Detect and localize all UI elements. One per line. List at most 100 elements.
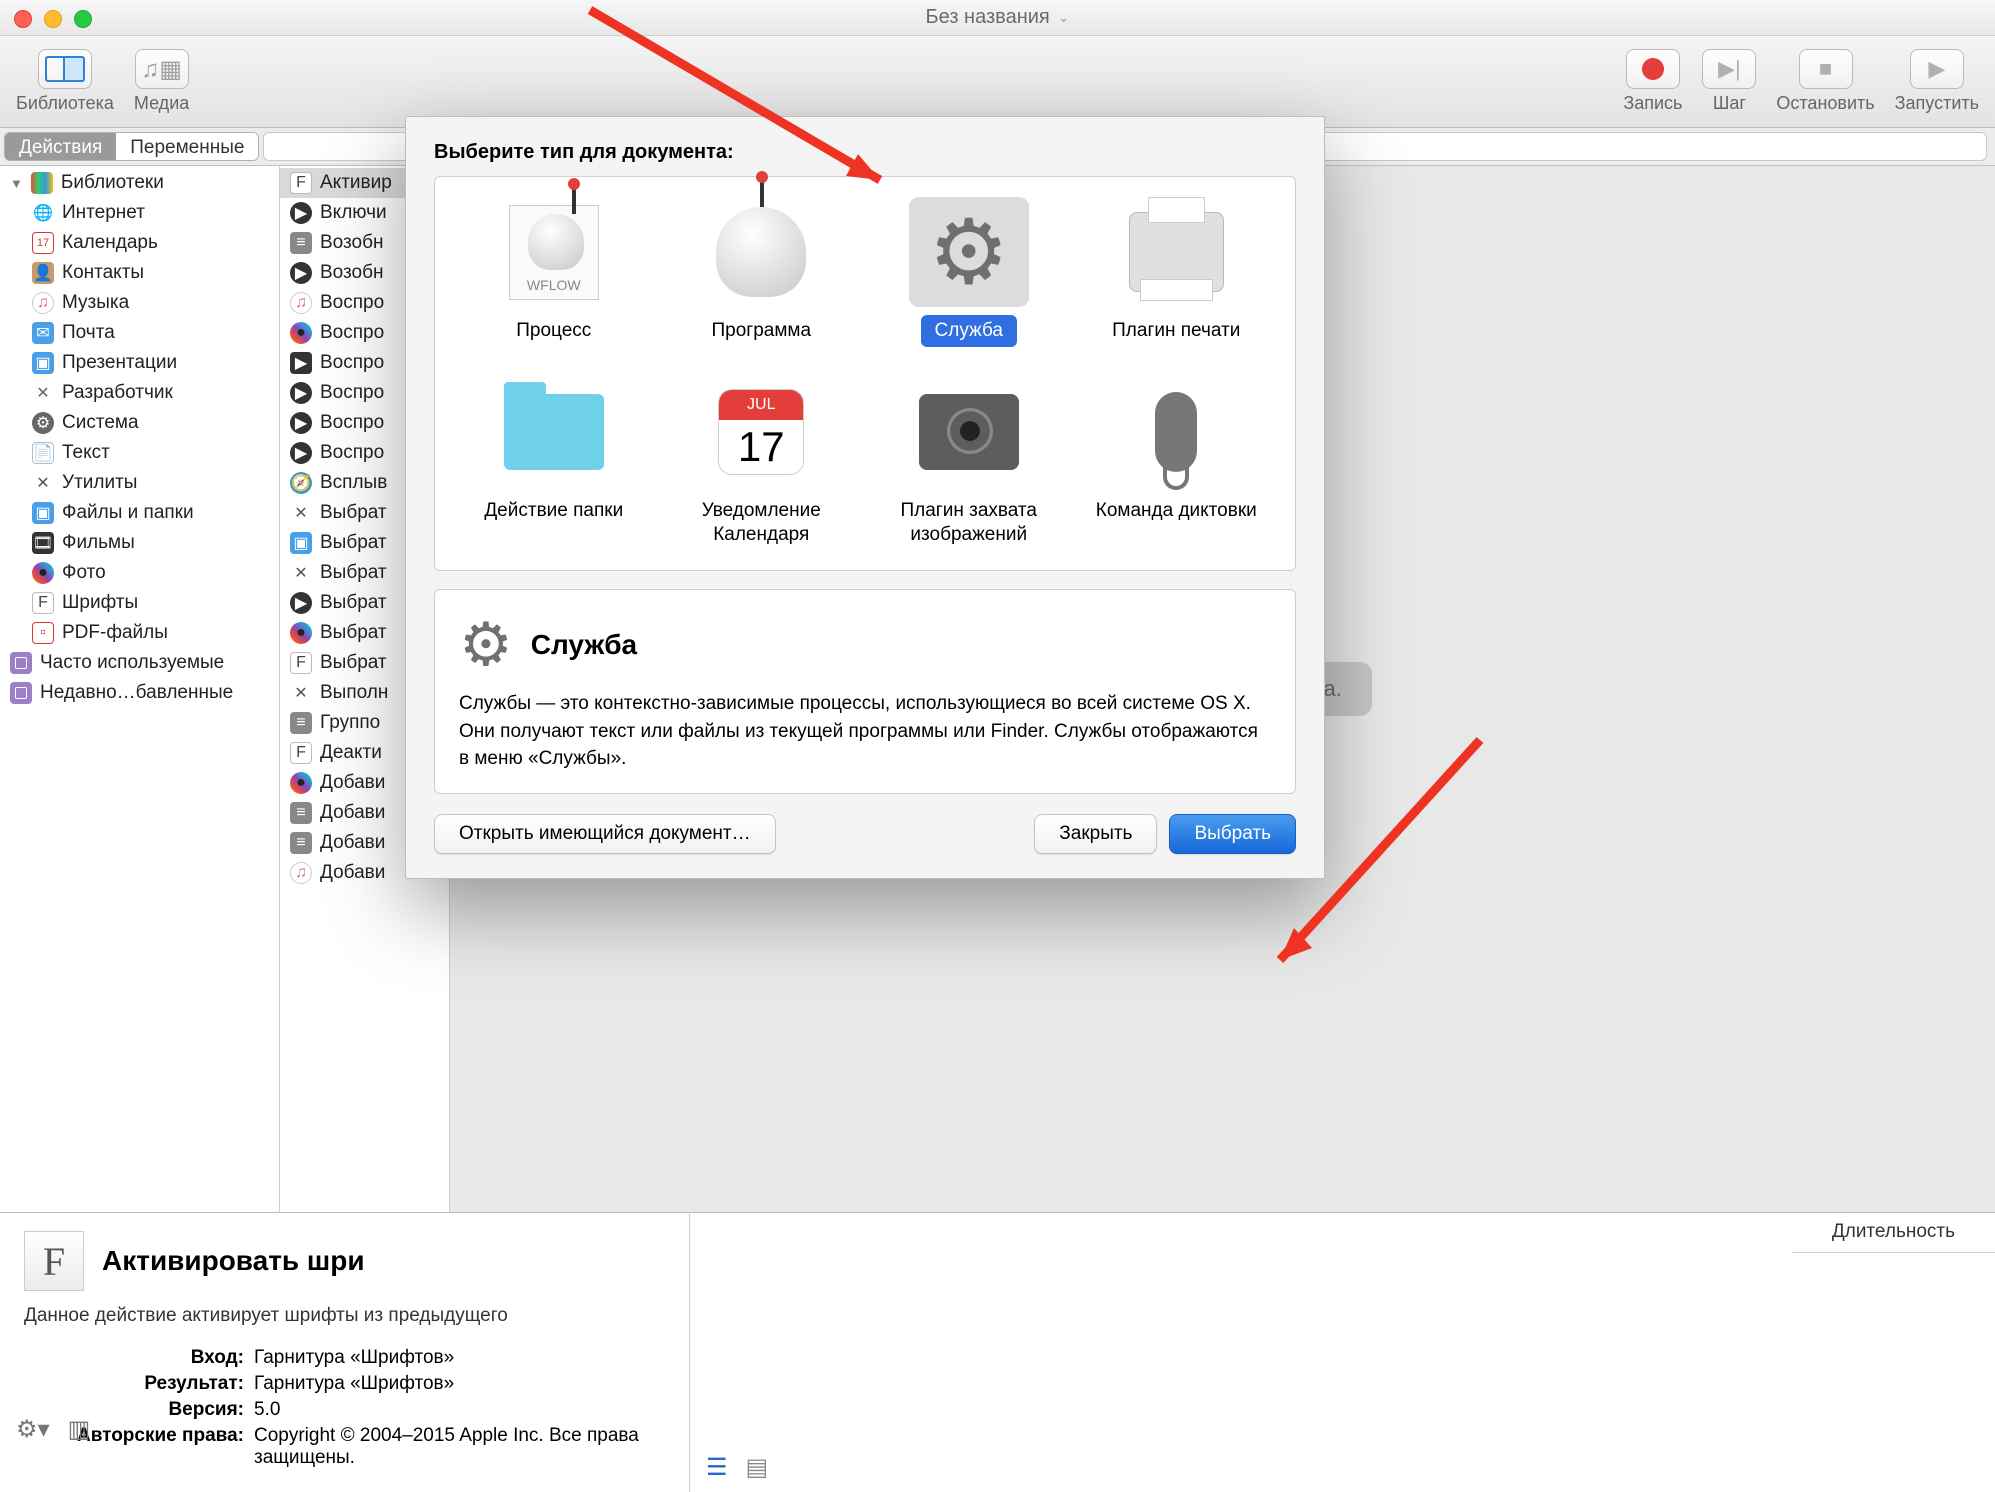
record-button[interactable]: Запись	[1623, 49, 1682, 114]
library-item-label: Презентации	[62, 352, 177, 374]
gear-icon: ⚙	[459, 610, 513, 680]
library-item[interactable]: ✕Утилиты	[0, 468, 279, 498]
library-item[interactable]: ✕Разработчик	[0, 378, 279, 408]
library-item[interactable]: ✉Почта	[0, 318, 279, 348]
library-item[interactable]: ♫Музыка	[0, 288, 279, 318]
type-option[interactable]: Действие папки	[455, 377, 653, 551]
action-item-label: Выбрат	[320, 592, 387, 614]
library-item[interactable]: ▣Файлы и папки	[0, 498, 279, 528]
action-icon: ▶	[290, 352, 312, 374]
media-icon: ♫▦	[141, 55, 182, 84]
window-minimize[interactable]	[44, 10, 62, 28]
action-item-label: Воспро	[320, 322, 384, 344]
chevron-down-icon[interactable]: ⌄	[1058, 9, 1070, 26]
stop-button[interactable]: ■ Остановить	[1776, 49, 1874, 114]
action-icon: ≡	[290, 802, 312, 824]
library-item-label: PDF-файлы	[62, 622, 168, 644]
library-item[interactable]: FШрифты	[0, 588, 279, 618]
stop-label: Остановить	[1776, 93, 1874, 114]
library-root[interactable]: ▼Библиотеки	[0, 168, 279, 198]
type-option[interactable]: JUL17Уведомление Календаря	[663, 377, 861, 551]
action-item-label: Выполн	[320, 682, 388, 704]
category-icon: 📄	[32, 442, 54, 464]
run-button[interactable]: ▶Запустить	[1895, 49, 1979, 114]
media-button[interactable]: ♫▦ Медиа	[134, 49, 189, 114]
library-item[interactable]: 🎞Фильмы	[0, 528, 279, 558]
category-icon: 👤	[32, 262, 54, 284]
type-option[interactable]: Процесс	[455, 197, 653, 347]
action-icon: ≡	[290, 832, 312, 854]
action-icon: ●	[290, 622, 312, 644]
action-icon: F	[290, 652, 312, 674]
library-item[interactable]: 🌐Интернет	[0, 198, 279, 228]
library-item[interactable]: 📄 Текст	[0, 438, 279, 468]
action-item-label: Добави	[320, 862, 385, 884]
type-label: Программа	[697, 315, 825, 347]
close-button[interactable]: Закрыть	[1034, 814, 1157, 854]
type-option[interactable]: ⚙Служба	[870, 197, 1068, 347]
category-icon: 17	[32, 232, 54, 254]
action-item-label: Воспро	[320, 412, 384, 434]
library-item-label: Система	[62, 412, 139, 434]
action-icon: ●	[290, 772, 312, 794]
action-item-label: Воспро	[320, 382, 384, 404]
columns-icon[interactable]: ▥	[68, 1415, 91, 1444]
library-item[interactable]: ●Фото	[0, 558, 279, 588]
category-icon: F	[32, 592, 54, 614]
view-grid-icon[interactable]: ▤	[746, 1453, 769, 1482]
window-zoom[interactable]	[74, 10, 92, 28]
library-item[interactable]: 👤Контакты	[0, 258, 279, 288]
gear-menu-icon[interactable]: ⚙︎▾	[16, 1415, 50, 1444]
timeline-duration-header: Длительность	[1792, 1213, 1995, 1253]
action-icon: ♫	[290, 292, 312, 314]
stop-icon: ■	[1819, 56, 1832, 82]
action-icon: F	[290, 172, 312, 194]
library-item[interactable]: ▫PDF-файлы	[0, 618, 279, 648]
meta-input-key: Вход:	[24, 1347, 254, 1369]
smart-folder[interactable]: Часто используемые	[0, 648, 279, 678]
action-icon: ▶	[290, 262, 312, 284]
media-label: Медиа	[134, 93, 189, 114]
library-item[interactable]: ▣Презентации	[0, 348, 279, 378]
type-option[interactable]: Программа	[663, 197, 861, 347]
action-item-label: Воспро	[320, 352, 384, 374]
window-title: Без названия	[926, 6, 1050, 29]
record-icon	[1642, 58, 1664, 80]
smart-folder[interactable]: Недавно…бавленные	[0, 678, 279, 708]
window-close[interactable]	[14, 10, 32, 28]
library-item-label: Утилиты	[62, 472, 137, 494]
library-item-label: Фото	[62, 562, 106, 584]
action-icon: ▶	[290, 442, 312, 464]
type-label: Уведомление Календаря	[663, 495, 861, 551]
tab-actions[interactable]: Действия	[5, 133, 116, 160]
action-item-label: Выбрат	[320, 562, 387, 584]
dialog-title: Выберите тип для документа:	[434, 141, 1296, 164]
open-existing-button[interactable]: Открыть имеющийся документ…	[434, 814, 776, 854]
type-option[interactable]: Плагин печати	[1078, 197, 1276, 347]
library-item-label: Текст	[62, 442, 110, 464]
folder-icon	[494, 377, 614, 487]
library-item[interactable]: ⚙Система	[0, 408, 279, 438]
library-item-label: Разработчик	[62, 382, 173, 404]
action-icon: ●	[290, 322, 312, 344]
view-list-icon[interactable]: ☰	[706, 1453, 728, 1482]
type-option[interactable]: Команда диктовки	[1078, 377, 1276, 551]
library-root-label: Библиотеки	[61, 172, 164, 194]
library-item[interactable]: 17Календарь	[0, 228, 279, 258]
category-icon: ♫	[32, 292, 54, 314]
action-item-label: Возобн	[320, 232, 383, 254]
action-item-label: Воспро	[320, 442, 384, 464]
category-icon: 🌐	[32, 202, 54, 224]
library-button[interactable]: Библиотека	[16, 49, 114, 114]
tab-variables[interactable]: Переменные	[116, 133, 258, 160]
library-label: Библиотека	[16, 93, 114, 114]
action-item-label: Выбрат	[320, 652, 387, 674]
smart-folder-icon	[10, 682, 32, 704]
font-icon: F	[24, 1231, 84, 1291]
step-button[interactable]: ▶|Шаг	[1702, 49, 1756, 114]
type-option[interactable]: Плагин захвата изображений	[870, 377, 1068, 551]
category-icon: 🎞	[32, 532, 54, 554]
choose-button[interactable]: Выбрать	[1169, 814, 1296, 854]
type-label: Процесс	[502, 315, 605, 347]
action-icon: ▶	[290, 382, 312, 404]
